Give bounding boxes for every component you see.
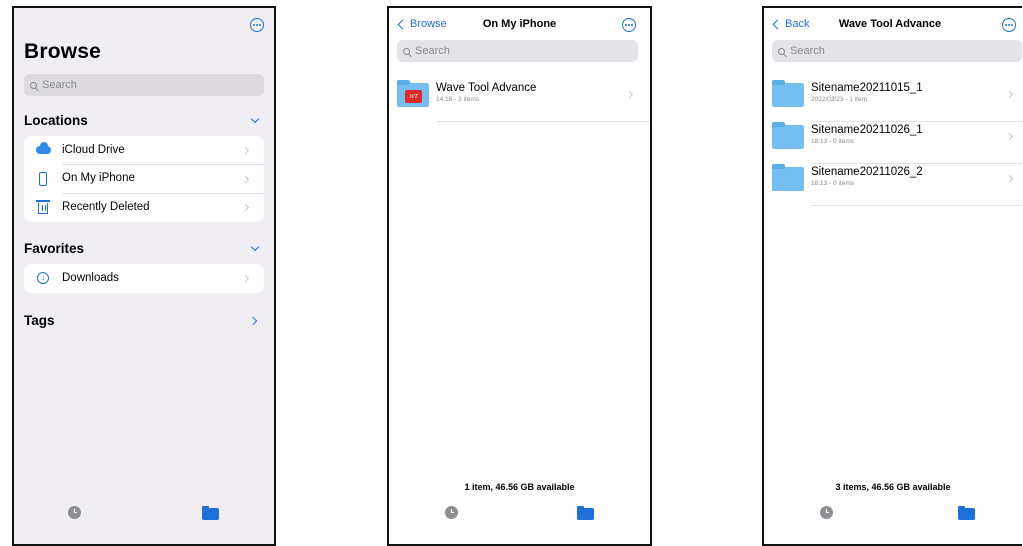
location-item-recently-deleted[interactable]: Recently Deleted — [24, 193, 264, 222]
folder-icon — [772, 122, 804, 149]
folder-item[interactable]: Sitename20211015_1 2022/03/23 - 1 item — [772, 80, 1022, 122]
folder-meta: 18:13 - 0 items — [811, 138, 854, 145]
back-button[interactable]: Browse — [397, 18, 447, 30]
favorite-label: Downloads — [62, 272, 119, 285]
location-label: iCloud Drive — [62, 136, 264, 165]
favorites-list: ↓ Downloads — [24, 264, 264, 293]
search-input[interactable]: Search — [24, 74, 264, 96]
search-icon — [403, 47, 410, 55]
locations-header[interactable]: Locations — [24, 113, 264, 128]
search-placeholder: Search — [790, 45, 825, 57]
folder-meta: 18:13 - 0 items — [811, 180, 854, 187]
folder-meta: 2022/03/23 - 1 item — [811, 96, 868, 103]
more-options-icon[interactable] — [1002, 18, 1016, 32]
back-label: Back — [785, 18, 810, 30]
location-label: Recently Deleted — [62, 201, 150, 214]
folder-icon: WT — [397, 80, 429, 107]
storage-status: 3 items, 46.56 GB available — [835, 482, 951, 492]
folder-item[interactable]: Sitename20211026_1 18:13 - 0 items — [772, 122, 1022, 164]
search-icon — [778, 47, 785, 55]
folder-name: Wave Tool Advance — [436, 82, 537, 94]
folder-icon — [772, 80, 804, 107]
search-input[interactable]: Search — [772, 40, 1022, 62]
folder-icon — [772, 164, 804, 191]
folder-meta: 14:18 - 3 items — [436, 96, 479, 103]
more-options-icon[interactable] — [622, 18, 636, 32]
favorites-header[interactable]: Favorites — [24, 241, 264, 256]
iphone-icon — [39, 171, 47, 186]
browse-tab-folder-icon[interactable] — [577, 506, 594, 520]
storage-status: 1 item, 46.56 GB available — [464, 482, 575, 492]
wave-tool-advance-screen: Wave Tool Advance Back Search Sitename20… — [762, 6, 1022, 546]
chevron-right-icon — [625, 90, 634, 99]
divider — [436, 121, 650, 122]
browse-tab-folder-icon[interactable] — [202, 506, 219, 520]
more-options-icon[interactable] — [250, 18, 264, 32]
chevron-down-icon — [250, 242, 260, 252]
folder-name: Sitename20211026_1 — [811, 124, 923, 136]
divider — [811, 205, 1022, 206]
trash-icon — [36, 200, 50, 215]
favorite-item-downloads[interactable]: ↓ Downloads — [24, 264, 264, 293]
recents-tab-clock-icon[interactable] — [68, 506, 81, 519]
back-label: Browse — [410, 18, 447, 30]
tab-bar — [389, 506, 650, 526]
search-placeholder: Search — [415, 45, 450, 57]
chevron-down-icon — [250, 114, 260, 124]
chevron-left-icon — [772, 19, 783, 29]
app-badge-icon: WT — [405, 90, 422, 103]
folder-name: Sitename20211026_2 — [811, 166, 923, 178]
tab-bar — [14, 506, 274, 526]
chevron-right-icon — [1005, 174, 1014, 183]
browse-tab-folder-icon[interactable] — [958, 506, 975, 520]
download-icon: ↓ — [37, 272, 49, 285]
locations-list: iCloud Drive On My iPhone Recently Delet… — [24, 136, 264, 222]
tab-bar — [764, 506, 1022, 526]
browse-screen: Browse Search Locations iCloud Drive On … — [12, 6, 276, 546]
on-my-iphone-screen: On My iPhone Browse Search WT Wave Tool … — [387, 6, 652, 546]
recents-tab-clock-icon[interactable] — [445, 506, 458, 519]
chevron-right-icon — [1005, 90, 1014, 99]
location-label: On My iPhone — [62, 164, 264, 194]
location-item-on-my-iphone[interactable]: On My iPhone — [24, 165, 264, 194]
tags-header-label: Tags — [24, 313, 55, 328]
folder-item-wave-tool-advance[interactable]: WT Wave Tool Advance 14:18 - 3 items — [397, 80, 650, 122]
folder-name: Sitename20211015_1 — [811, 82, 923, 94]
chevron-right-icon — [248, 316, 258, 325]
tags-header[interactable]: Tags — [24, 313, 264, 328]
chevron-left-icon — [397, 19, 408, 29]
recents-tab-clock-icon[interactable] — [820, 506, 833, 519]
icloud-icon — [35, 142, 51, 155]
search-icon — [30, 81, 37, 89]
back-button[interactable]: Back — [772, 18, 809, 30]
location-item-icloud-drive[interactable]: iCloud Drive — [24, 136, 264, 165]
search-placeholder: Search — [42, 79, 77, 91]
chevron-right-icon — [1005, 132, 1014, 141]
folder-item[interactable]: Sitename20211026_2 18:13 - 0 items — [772, 164, 1022, 206]
search-input[interactable]: Search — [397, 40, 638, 62]
locations-header-label: Locations — [24, 113, 88, 128]
favorites-header-label: Favorites — [24, 241, 85, 256]
page-title: Browse — [24, 40, 102, 63]
